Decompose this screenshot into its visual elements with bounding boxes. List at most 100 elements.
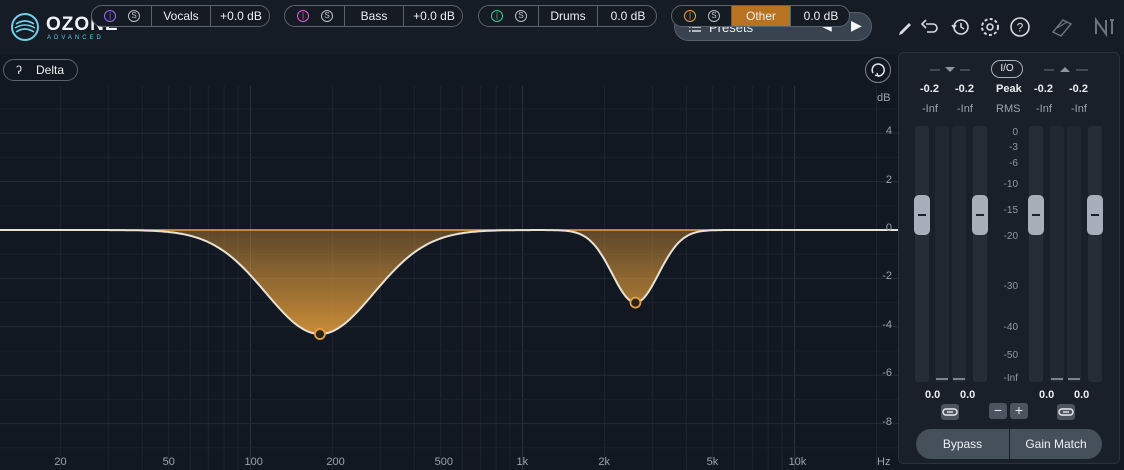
eq-node-2[interactable] (629, 296, 642, 309)
eq-display[interactable] (0, 86, 898, 470)
output-fader-left[interactable] (1028, 195, 1044, 235)
band-name[interactable]: Other (731, 6, 790, 26)
x-tick-label: 20 (54, 456, 67, 468)
output-link-button[interactable] (1057, 404, 1075, 420)
meter-scale-label: -50 (1003, 350, 1018, 361)
logo-subtitle: ADVANCED (47, 35, 104, 41)
band-bass: | S Bass +0.0 dB (284, 5, 463, 27)
input-gain-left[interactable]: 0.0 (925, 389, 940, 401)
output-fader-right[interactable] (1087, 195, 1103, 235)
meter-scale-label: -10 (1003, 179, 1018, 190)
zoom-in-button[interactable]: + (1010, 403, 1028, 419)
y-tick-label: -6 (882, 367, 892, 380)
output-fader-track-right[interactable] (1088, 126, 1102, 382)
meter-scale-label: 0 (1012, 127, 1018, 138)
x-tick-label: 2k (598, 456, 611, 468)
output-rms-left: -Inf (1036, 103, 1052, 115)
db-unit-label: dB (877, 92, 891, 104)
modules-icon[interactable] (1049, 14, 1075, 40)
meter-floor-marker (1068, 378, 1080, 380)
x-tick-label: 1k (516, 456, 529, 468)
band-other: | S Other 0.0 dB (671, 5, 850, 27)
meter-scale-label: -20 (1003, 231, 1018, 242)
x-tick-label: 10k (788, 456, 807, 468)
history-icon[interactable] (947, 14, 973, 40)
x-tick-label: 50 (162, 456, 175, 468)
output-rms-right: -Inf (1071, 103, 1087, 115)
link-icon (1058, 408, 1074, 416)
solo-button[interactable]: S (321, 10, 333, 22)
band-name[interactable]: Vocals (151, 6, 210, 26)
solo-button[interactable]: S (128, 10, 140, 22)
pencil-icon[interactable] (892, 14, 918, 40)
power-icon[interactable]: | (104, 10, 116, 22)
power-icon[interactable]: | (491, 10, 503, 22)
input-meter-left (935, 126, 949, 382)
y-tick-label: -4 (882, 318, 892, 331)
y-tick-label: 0 (885, 222, 892, 234)
meter-scale-label: -3 (1009, 142, 1018, 153)
io-toggle[interactable]: I/O (991, 60, 1023, 78)
x-tick-label: 100 (244, 456, 263, 468)
power-icon[interactable]: | (684, 10, 696, 22)
link-icon (942, 408, 958, 416)
next-preset-button[interactable]: ▶ (851, 17, 862, 34)
meter-scale-label: -40 (1003, 322, 1018, 333)
input-gain-right[interactable]: 0.0 (960, 389, 975, 401)
meter-scale-label: -6 (1009, 158, 1018, 169)
y-tick-label: 2 (885, 173, 892, 186)
gain-match-button[interactable]: Gain Match (1010, 429, 1102, 459)
meter-scale-label: -Inf (1003, 373, 1018, 384)
band-gain[interactable]: 0.0 dB (790, 6, 851, 26)
output-meter-right (1067, 126, 1081, 382)
band-gain[interactable]: +0.0 dB (210, 6, 271, 26)
ni-logo-icon[interactable] (1092, 14, 1118, 40)
output-peak-right: -0.2 (1069, 83, 1088, 95)
ozone-logo-icon (11, 13, 39, 41)
band-vocals: | S Vocals +0.0 dB (91, 5, 270, 27)
output-gain-right[interactable]: 0.0 (1074, 389, 1089, 401)
hz-unit-label: Hz (877, 456, 891, 468)
input-meter-right (952, 126, 966, 382)
input-rms-left: -Inf (922, 103, 938, 115)
output-dropdown-icon[interactable] (1044, 65, 1088, 75)
input-dropdown-icon[interactable] (930, 65, 970, 75)
y-tick-label: -2 (882, 270, 892, 283)
settings-gear-icon[interactable] (977, 14, 1003, 40)
power-icon[interactable]: | (297, 10, 309, 22)
band-gain[interactable]: 0.0 dB (597, 6, 658, 26)
rms-label[interactable]: RMS (996, 103, 1020, 115)
learn-loop-button[interactable] (865, 57, 891, 83)
delta-label: Delta (36, 63, 65, 77)
x-tick-label: 5k (706, 456, 719, 468)
eq-graph[interactable] (0, 86, 898, 470)
undo-icon[interactable] (917, 14, 943, 40)
help-icon[interactable]: ? (1007, 14, 1033, 40)
peak-label[interactable]: Peak (996, 83, 1022, 95)
y-tick-label: -8 (882, 415, 892, 428)
zoom-out-button[interactable]: − (989, 403, 1007, 419)
input-peak-right: -0.2 (955, 83, 974, 95)
ear-icon: ʔ (16, 63, 22, 77)
meter-floor-marker (1051, 378, 1063, 380)
input-link-button[interactable] (941, 404, 959, 420)
band-drums: | S Drums 0.0 dB (478, 5, 657, 27)
eq-node-1[interactable] (314, 328, 326, 340)
output-fader-track-left[interactable] (1029, 126, 1043, 382)
band-name[interactable]: Drums (538, 6, 597, 26)
band-name[interactable]: Bass (344, 6, 403, 26)
solo-button[interactable]: S (515, 10, 527, 22)
meter-scale-label: -30 (1003, 281, 1018, 292)
bypass-button[interactable]: Bypass (916, 429, 1009, 459)
solo-button[interactable]: S (708, 10, 720, 22)
input-fader-right[interactable] (972, 195, 988, 235)
input-fader-track-right[interactable] (973, 126, 987, 382)
delta-button[interactable]: ʔ Delta (3, 59, 78, 81)
svg-text:?: ? (1017, 21, 1024, 35)
input-rms-right: -Inf (957, 103, 973, 115)
input-fader-track-left[interactable] (915, 126, 929, 382)
output-gain-left[interactable]: 0.0 (1039, 389, 1054, 401)
io-label: I/O (1000, 63, 1014, 74)
band-gain[interactable]: +0.0 dB (403, 6, 464, 26)
input-fader-left[interactable] (914, 195, 930, 235)
